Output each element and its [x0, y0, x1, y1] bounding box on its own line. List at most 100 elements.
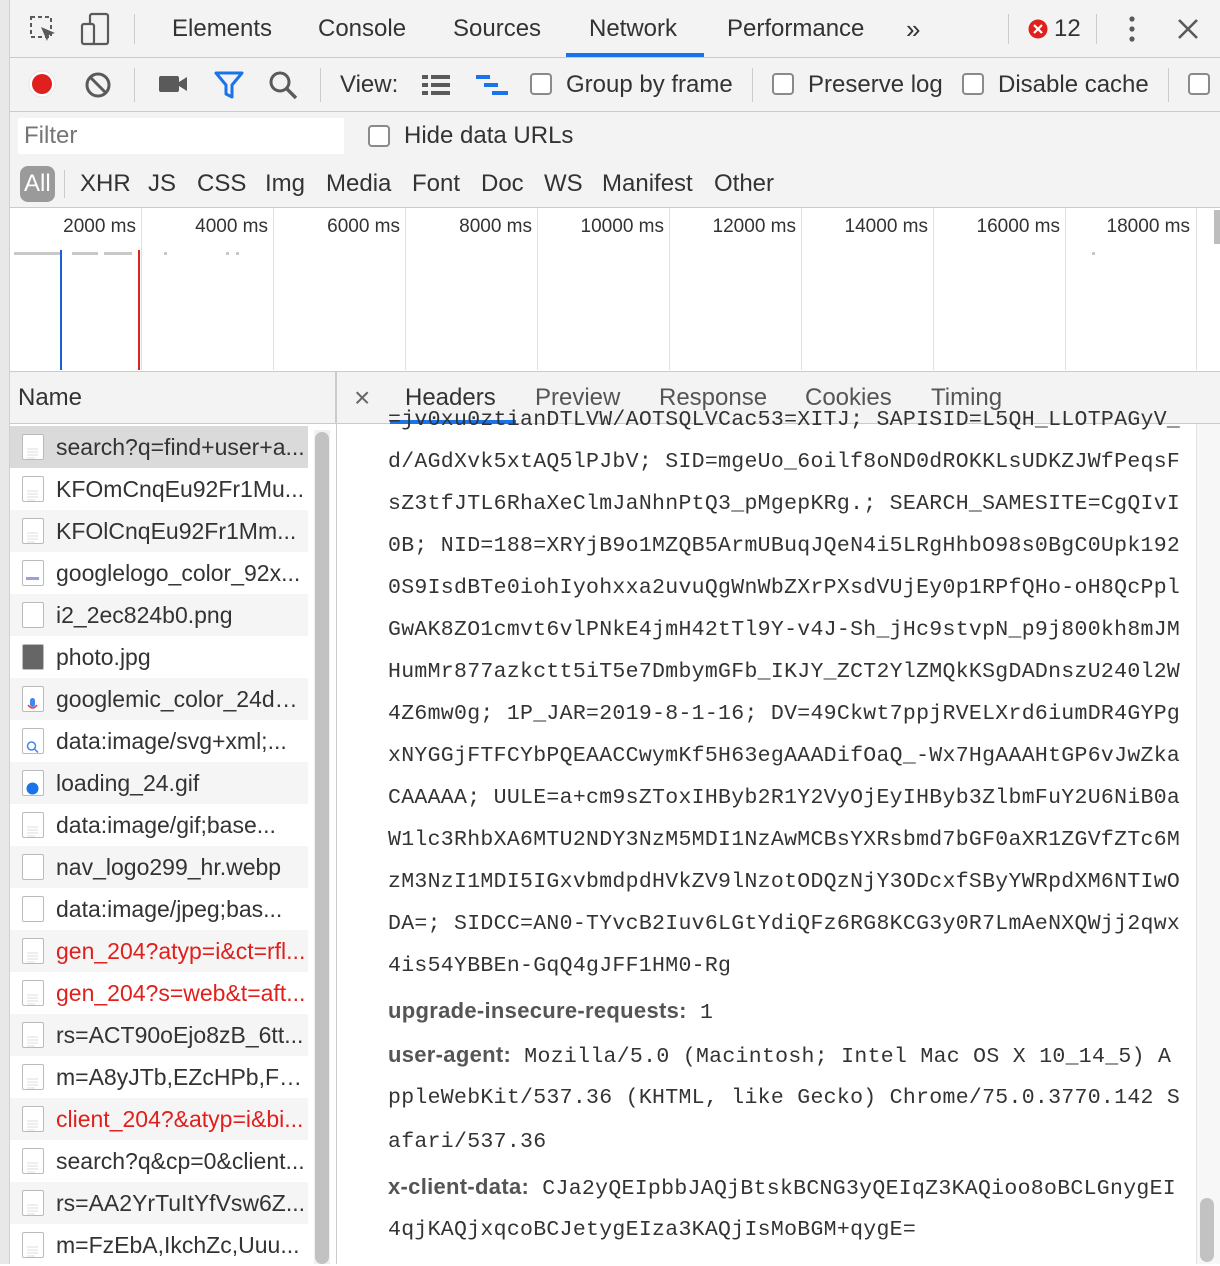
active-tab-indicator — [566, 53, 704, 57]
cookie-value-line: d/AGdXvk5xtAQ5lPJbV; SID=mgeUo_6oilf8oND… — [388, 450, 1181, 474]
request-row[interactable]: KFOlCnqEu92Fr1Mm... — [10, 510, 308, 552]
record-icon[interactable] — [28, 70, 56, 98]
request-row[interactable]: m=A8yJTb,EZcHPb,F0... — [10, 1056, 308, 1098]
tabbar-divider — [1008, 14, 1009, 44]
error-icon[interactable] — [1028, 19, 1048, 39]
hide-data-urls-checkbox[interactable] — [368, 125, 390, 147]
request-name: googlemic_color_24dp... — [56, 686, 306, 712]
headers-scroll-thumb[interactable] — [1200, 1198, 1214, 1262]
request-row[interactable]: nav_logo299_hr.webp — [10, 846, 308, 888]
type-media[interactable]: Media — [326, 162, 391, 206]
type-font[interactable]: Font — [412, 162, 460, 206]
error-count[interactable]: 12 — [1054, 0, 1081, 58]
disable-cache-checkbox[interactable] — [962, 73, 984, 95]
close-devtools-icon[interactable] — [1176, 17, 1200, 41]
type-other[interactable]: Other — [714, 162, 774, 206]
screenshot-camera-icon[interactable] — [158, 72, 188, 96]
inspect-element-icon[interactable] — [28, 14, 58, 44]
request-row[interactable]: search?q&cp=0&client... — [10, 1140, 308, 1182]
preserve-log-checkbox[interactable] — [772, 73, 794, 95]
request-row[interactable]: search?q=find+user+a... — [10, 426, 308, 468]
request-row[interactable]: m=FzEbA,IkchZc,Uuu... — [10, 1224, 308, 1266]
preserve-log-label[interactable]: Preserve log — [808, 58, 943, 112]
tab-sources[interactable]: Sources — [453, 0, 541, 58]
file-icon — [22, 812, 44, 838]
file-icon — [22, 434, 44, 460]
search-icon[interactable] — [268, 70, 298, 100]
request-row[interactable]: photo.jpg — [10, 636, 308, 678]
request-list-scroll-thumb[interactable] — [315, 432, 329, 1264]
group-by-frame-checkbox[interactable] — [530, 73, 552, 95]
request-name: photo.jpg — [56, 644, 151, 670]
type-css[interactable]: CSS — [197, 162, 246, 206]
request-row[interactable]: data:image/jpeg;bas... — [10, 888, 308, 930]
timeline-gridline — [273, 208, 274, 370]
tabbar-divider — [1096, 14, 1097, 44]
type-img[interactable]: Img — [265, 162, 305, 206]
timeline-gridline — [141, 208, 142, 370]
request-name: gen_204?s=web&t=aft... — [56, 980, 306, 1006]
request-row[interactable]: googlemic_color_24dp... — [10, 678, 308, 720]
timeline-request-bar — [236, 252, 239, 255]
request-row[interactable]: KFOmCnqEu92Fr1Mu... — [10, 468, 308, 510]
close-detail-icon[interactable]: × — [354, 372, 370, 424]
headers-scrollbar[interactable] — [1196, 424, 1220, 1264]
request-row[interactable]: i2_2ec824b0.png — [10, 594, 308, 636]
type-all[interactable]: All — [20, 166, 55, 202]
header-value: 4qjKAQjxqcoBCJetygEIza3KAQjIsMoBGM+qygE= — [388, 1218, 917, 1242]
disable-cache-label[interactable]: Disable cache — [998, 58, 1149, 112]
filter-input[interactable] — [18, 118, 344, 154]
file-icon — [22, 518, 44, 544]
type-xhr[interactable]: XHR — [80, 162, 131, 206]
file-icon — [22, 854, 44, 880]
request-name: nav_logo299_hr.webp — [56, 854, 282, 880]
offline-checkbox[interactable] — [1188, 73, 1210, 95]
request-row[interactable]: data:image/gif;base... — [10, 804, 308, 846]
kebab-menu-icon[interactable] — [1124, 14, 1140, 44]
filter-icon[interactable] — [214, 70, 244, 100]
type-manifest[interactable]: Manifest — [602, 162, 693, 206]
large-rows-icon[interactable] — [420, 72, 452, 98]
group-by-frame-label[interactable]: Group by frame — [566, 58, 733, 112]
type-js[interactable]: JS — [148, 162, 176, 206]
request-row[interactable]: client_204?&atyp=i&bi... — [10, 1098, 308, 1140]
tab-console[interactable]: Console — [318, 0, 406, 58]
more-tabs-button[interactable]: » — [906, 0, 920, 58]
request-name: loading_24.gif — [56, 770, 200, 796]
cookie-value-line: GwAK8ZO1cmvt6vlPNkE4jmH42tTl9Y-v4J-Sh_jH… — [388, 618, 1181, 642]
request-name: data:image/jpeg;bas... — [56, 896, 283, 922]
file-icon — [22, 476, 44, 502]
header-key: x-client-data: — [388, 1174, 530, 1199]
hide-data-urls-label[interactable]: Hide data URLs — [404, 112, 573, 160]
file-icon — [22, 686, 44, 712]
tab-elements[interactable]: Elements — [172, 0, 272, 58]
header-line: user-agent: Mozilla/5.0 (Macintosh; Inte… — [388, 1042, 1171, 1069]
tab-performance[interactable]: Performance — [727, 0, 864, 58]
request-row[interactable]: gen_204?atyp=i&ct=rfl... — [10, 930, 308, 972]
header-line: 4qjKAQjxqcoBCJetygEIza3KAQjIsMoBGM+qygE= — [388, 1218, 916, 1242]
request-name: search?q=find+user+a... — [56, 434, 305, 460]
timeline-scroll-handle[interactable] — [1214, 210, 1220, 244]
request-row[interactable]: data:image/svg+xml;... — [10, 720, 308, 762]
request-row[interactable]: loading_24.gif — [10, 762, 308, 804]
request-row[interactable]: googlelogo_color_92x... — [10, 552, 308, 594]
cookie-value-line: 4Z6mw0g; 1P_JAR=2019-8-1-16; DV=49Ckwt7p… — [388, 702, 1181, 726]
timeline-gridline — [669, 208, 670, 370]
type-ws[interactable]: WS — [544, 162, 583, 206]
device-toolbar-icon[interactable] — [80, 12, 112, 46]
request-name: KFOmCnqEu92Fr1Mu... — [56, 476, 304, 502]
column-splitter[interactable] — [336, 372, 337, 1264]
clear-icon[interactable] — [84, 71, 112, 99]
waterfall-overview-icon[interactable] — [474, 72, 510, 98]
tab-network[interactable]: Network — [589, 0, 677, 58]
header-line: ppleWebKit/537.36 (KHTML, like Gecko) Ch… — [388, 1086, 1180, 1110]
request-row[interactable]: rs=ACT90oEjo8zB_6tt... — [10, 1014, 308, 1056]
type-doc[interactable]: Doc — [481, 162, 524, 206]
file-icon — [22, 1064, 44, 1090]
toolbar-divider — [1168, 68, 1169, 102]
dock-edge — [0, 0, 10, 1264]
request-row[interactable]: rs=AA2YrTuItYfVsw6Z... — [10, 1182, 308, 1224]
request-row[interactable]: gen_204?s=web&t=aft... — [10, 972, 308, 1014]
timeline-tick-label: 4000 ms — [195, 216, 268, 237]
timeline-tick-label: 2000 ms — [63, 216, 136, 237]
